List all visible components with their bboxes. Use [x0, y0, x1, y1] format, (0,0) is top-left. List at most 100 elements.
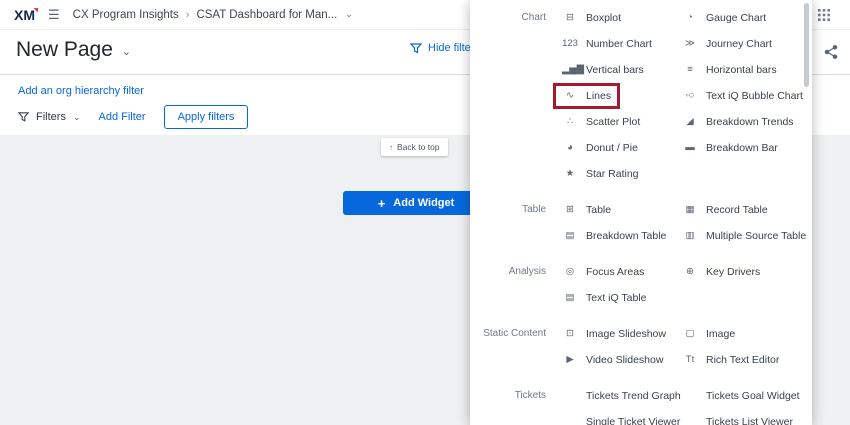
- widget-item-multiple-source-table[interactable]: ▥Multiple Source Table: [676, 226, 812, 246]
- widget-item-gauge-chart[interactable]: ◔Gauge Chart: [676, 8, 812, 28]
- widget-item-journey-chart[interactable]: ≫ Journey Chart: [676, 34, 812, 54]
- rich-text-editor-icon: Tt: [682, 355, 698, 365]
- widget-item-label: Tickets Goal Widget: [706, 390, 800, 402]
- widget-item-image-slideshow[interactable]: ⊡ Image Slideshow: [556, 324, 676, 344]
- menu-section-chart: Chart ⊟ Boxplot ◔Gauge Chart123Number Chart…: [470, 5, 812, 187]
- item-inner: ≫ Journey Chart: [676, 34, 778, 54]
- widget-item-label: Text iQ Bubble Chart: [706, 90, 803, 102]
- chevron-down-icon: ⌄: [73, 112, 81, 123]
- item-inner: ⊞Table: [556, 200, 617, 220]
- breakdown-bar-icon: ▬: [682, 143, 698, 153]
- widget-item-focus-areas[interactable]: ◎Focus Areas: [556, 262, 676, 282]
- widget-item-label: Lines: [586, 90, 611, 102]
- widget-item-key-drivers[interactable]: ⊕ Key Drivers: [676, 262, 812, 282]
- plus-icon: +: [378, 197, 386, 210]
- widget-item-breakdown-bar[interactable]: ▬Breakdown Bar: [676, 138, 812, 158]
- item-inner: ▂▅▇Vertical bars: [556, 60, 650, 80]
- widget-item-label: Video Slideshow: [586, 354, 663, 366]
- widget-item-breakdown-table[interactable]: ▤Breakdown Table: [556, 226, 676, 246]
- widget-item-lines[interactable]: ∿ Lines: [556, 86, 676, 106]
- widget-item-star-rating[interactable]: ★Star Rating: [556, 164, 676, 184]
- page-title: New Page: [16, 38, 113, 62]
- widget-item-breakdown-trends[interactable]: ◢ Breakdown Trends: [676, 112, 812, 132]
- image-slideshow-icon: ⊡: [562, 329, 578, 339]
- section-label: Analysis: [470, 259, 556, 285]
- widget-item-label: Horizontal bars: [706, 64, 777, 76]
- apps-grid-icon[interactable]: [818, 9, 830, 21]
- item-inner: ◔Gauge Chart: [676, 8, 772, 28]
- item-inner: Tickets Goal Widget: [676, 386, 806, 406]
- widget-item-label: Boxplot: [586, 12, 621, 24]
- donut-pie-icon: ◕: [562, 143, 578, 153]
- widget-item-tickets-list-viewer[interactable]: Tickets List Viewer: [676, 412, 812, 425]
- widget-item-tickets-trend-graph[interactable]: Tickets Trend Graph: [556, 386, 676, 406]
- breadcrumb-dashboard[interactable]: CSAT Dashboard for Man...: [196, 9, 337, 21]
- widget-item-tickets-goal-widget[interactable]: Tickets Goal Widget: [676, 386, 812, 406]
- widget-item-single-ticket-viewer[interactable]: Single Ticket Viewer: [556, 412, 676, 425]
- image-icon: ▢: [682, 329, 698, 339]
- page-title-chevron-icon[interactable]: ⌄: [122, 45, 131, 62]
- star-rating-icon: ★: [562, 169, 578, 179]
- widget-item-label: Journey Chart: [706, 38, 772, 50]
- widget-item-text-iq-bubble-chart[interactable]: ◦○Text iQ Bubble Chart: [676, 86, 812, 106]
- widget-item-label: Image: [706, 328, 735, 340]
- breadcrumb: CX Program Insights › CSAT Dashboard for…: [73, 9, 353, 21]
- vertical-bars-icon: ▂▅▇: [562, 65, 578, 75]
- widget-item-label: Rich Text Editor: [706, 354, 779, 366]
- share-icon[interactable]: [824, 45, 838, 59]
- apply-filters-button[interactable]: Apply filters: [164, 105, 249, 129]
- widget-item-label: Tickets Trend Graph: [586, 390, 681, 402]
- widget-item-label: Multiple Source Table: [706, 230, 806, 242]
- widget-item-donut-pie[interactable]: ◕Donut / Pie: [556, 138, 676, 158]
- widget-item-label: Image Slideshow: [586, 328, 666, 340]
- widget-picker-panel: Chart ⊟ Boxplot ◔Gauge Chart123Number Chart…: [470, 0, 812, 425]
- item-inner: ◕Donut / Pie: [556, 138, 644, 158]
- xm-logo: XM: [14, 7, 35, 23]
- widget-item-boxplot[interactable]: ⊟ Boxplot: [556, 8, 676, 28]
- widget-item-table[interactable]: ⊞Table: [556, 200, 676, 220]
- widget-item-rich-text-editor[interactable]: Tt Rich Text Editor: [676, 350, 812, 370]
- item-inner: ▬Breakdown Bar: [676, 138, 784, 158]
- item-inner: ▢ Image: [676, 324, 741, 344]
- menu-section-table: Table⊞Table▦Record Table▤Breakdown Table…: [470, 197, 812, 249]
- widget-item-label: Key Drivers: [706, 266, 760, 278]
- journey-chart-icon: ≫: [682, 39, 698, 49]
- widget-item-label: Gauge Chart: [706, 12, 766, 24]
- section-items: Tickets Trend Graph Tickets Goal Widget Si…: [556, 383, 812, 425]
- widget-item-number-chart[interactable]: 123Number Chart: [556, 34, 676, 54]
- item-inner: Tt Rich Text Editor: [676, 350, 785, 370]
- widget-item-horizontal-bars[interactable]: ≡Horizontal bars: [676, 60, 812, 80]
- breakdown-trends-icon: ◢: [682, 117, 698, 127]
- add-filter-link[interactable]: Add Filter: [99, 111, 146, 123]
- add-org-hierarchy-filter-link[interactable]: Add an org hierarchy filter: [18, 85, 144, 97]
- back-to-top-button[interactable]: ↑ Back to top: [381, 138, 448, 156]
- chevron-down-icon[interactable]: ⌄: [345, 9, 353, 20]
- widget-item-scatter-plot[interactable]: ∴Scatter Plot: [556, 112, 676, 132]
- hamburger-menu-icon[interactable]: ☰: [48, 7, 60, 23]
- widget-item-video-slideshow[interactable]: ▶ Video Slideshow: [556, 350, 676, 370]
- widget-item-record-table[interactable]: ▦Record Table: [676, 200, 812, 220]
- scrollbar-thumb[interactable]: [804, 3, 809, 87]
- widget-item-text-iq-table[interactable]: ▤Text iQ Table: [556, 288, 676, 308]
- widget-item-label: Record Table: [706, 204, 768, 216]
- boxplot-icon: ⊟: [562, 13, 578, 23]
- add-widget-button[interactable]: + Add Widget: [343, 191, 489, 215]
- hide-filters-button[interactable]: Hide filter: [410, 42, 474, 54]
- filters-label: Filters: [36, 111, 66, 123]
- widget-item-label: Breakdown Trends: [706, 116, 794, 128]
- back-to-top-label: Back to top: [397, 142, 440, 152]
- item-inner: ⊕ Key Drivers: [676, 262, 766, 282]
- section-items: ⊟ Boxplot ◔Gauge Chart123Number Chart ≫ Jour…: [556, 5, 812, 187]
- section-label: Chart: [470, 5, 556, 31]
- filters-toggle[interactable]: Filters ⌄: [18, 111, 81, 123]
- widget-item-vertical-bars[interactable]: ▂▅▇Vertical bars: [556, 60, 676, 80]
- section-items: ⊡ Image Slideshow ▢ Image ▶ Video Slideshow Tt…: [556, 321, 812, 373]
- lines-icon: ∿: [562, 91, 578, 101]
- key-drivers-icon: ⊕: [682, 267, 698, 277]
- video-slideshow-icon: ▶: [562, 355, 578, 365]
- widget-menu: Chart ⊟ Boxplot ◔Gauge Chart123Number Chart…: [470, 5, 812, 425]
- breadcrumb-program[interactable]: CX Program Insights: [73, 9, 179, 21]
- item-inner: ∴Scatter Plot: [556, 112, 646, 132]
- item-inner: ⊟ Boxplot: [556, 8, 627, 28]
- widget-item-image[interactable]: ▢ Image: [676, 324, 812, 344]
